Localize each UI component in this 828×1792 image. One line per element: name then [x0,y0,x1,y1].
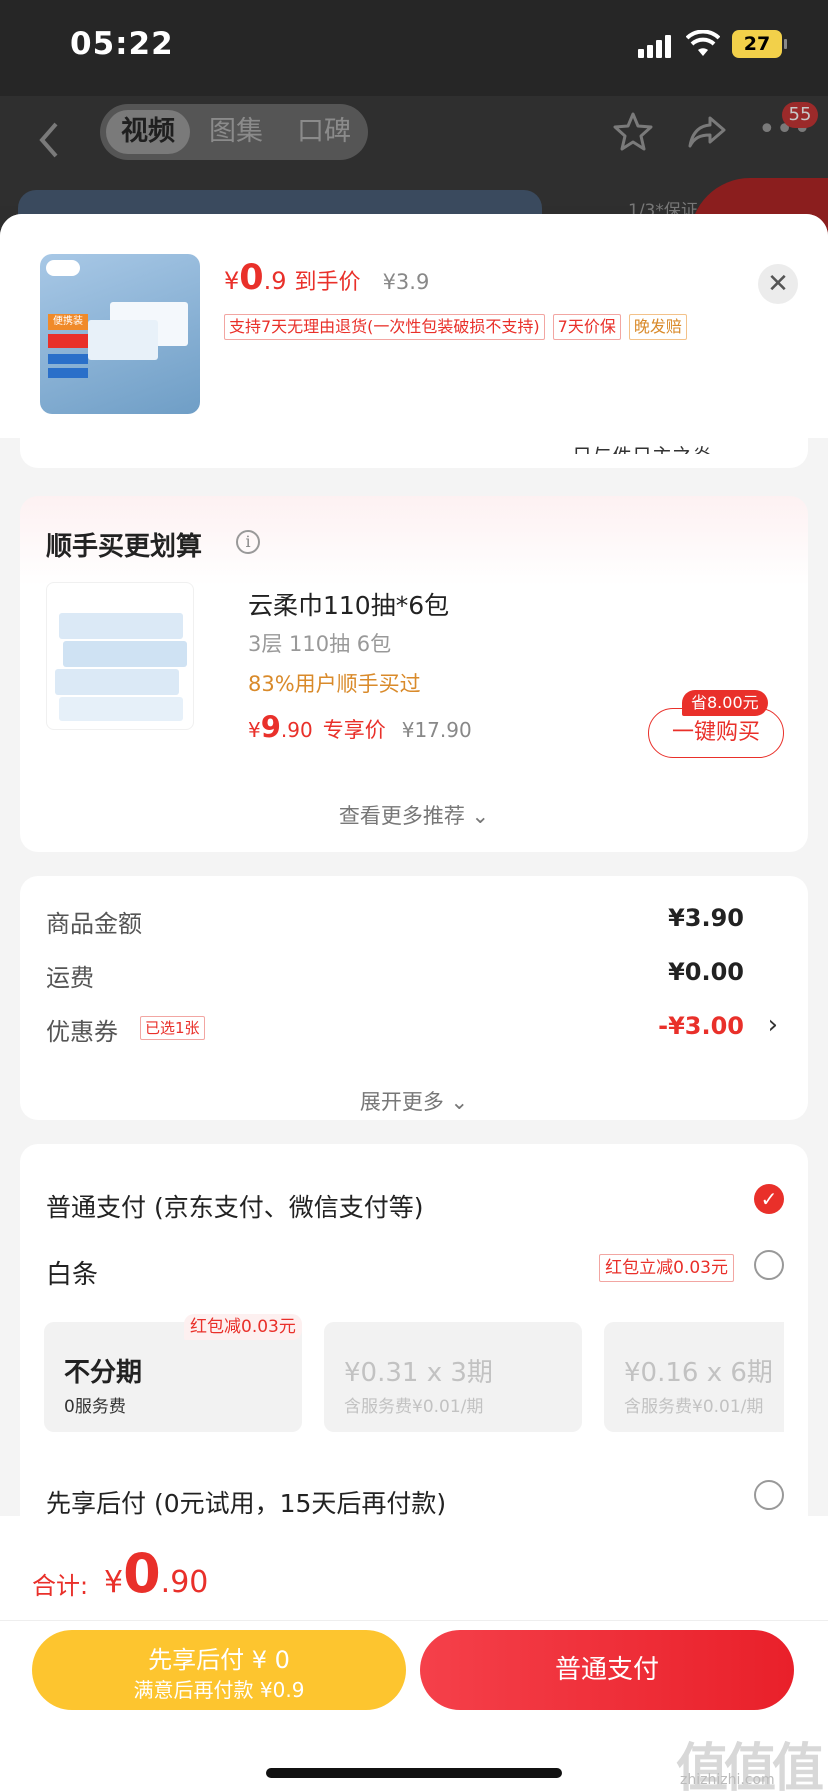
savings-badge: 省8.00元 [682,690,768,716]
installment-option-6[interactable]: ¥0.16 x 6期 含服务费¥0.01/期 [604,1322,784,1432]
recommended-product-image[interactable] [46,582,194,730]
pay-later-button-title: 先享后付 ¥ 0 [148,1646,290,1674]
normal-pay-button[interactable]: 普通支付 [420,1630,794,1710]
exclusive-price-label: 专享价 [322,718,386,742]
divider [0,1620,828,1621]
pay-later-button-subtitle: 满意后再付款 ¥0.9 [133,1678,305,1702]
return-policy-tag: 支持7天无理由退货(一次性包装破损不支持) [224,314,545,340]
installment-fee: 0服务费 [64,1397,126,1417]
more-recommendations-link[interactable]: 查看更多推荐 ⌄ [20,800,808,830]
thumbnail-label: 便携装 [48,314,88,330]
payment-methods-card: 普通支付 (京东支付、微信支付等) ✓ 白条 红包立减0.03元 不分期 0服务… [20,1144,808,1578]
subtotal-label: 商品金额 [46,910,142,938]
coupon-label[interactable]: 优惠券 [46,1012,118,1047]
info-icon[interactable]: i [236,530,260,554]
recommended-price-row: ¥9.90 专享价 ¥17.90 [248,710,472,744]
installment-promo-tag: 红包减0.03元 [184,1314,302,1340]
installment-option-none[interactable]: 不分期 0服务费 红包减0.03元 [44,1314,302,1432]
pay-later-option[interactable]: 先享后付 (0元试用，15天后再付款) [46,1484,446,1520]
installment-fee: 含服务费¥0.01/期 [624,1397,764,1417]
close-button[interactable]: ✕ [758,264,798,304]
installment-title: ¥0.31 x 3期 [344,1358,493,1388]
back-arrow-icon[interactable] [30,116,70,164]
product-price: ¥0.9 [224,258,287,298]
installment-title: 不分期 [64,1358,143,1388]
total-amount: ¥0.90 [104,1542,209,1605]
recommended-product-spec: 3层 110抽 6包 [248,632,392,656]
checkmark-selected-icon[interactable]: ✓ [754,1184,784,1214]
address-snippet: 日与件日主之炎 [572,440,712,454]
baitiao-radio[interactable] [754,1250,784,1280]
original-price: ¥3.9 [382,270,430,294]
installment-fee: 含服务费¥0.01/期 [344,1397,484,1417]
expand-more-link[interactable]: 展开更多 ⌄ [20,1086,808,1116]
tab-reviews[interactable]: 口碑 [282,110,366,154]
shipping-label: 运费 [46,964,94,992]
pay-later-button[interactable]: 先享后付 ¥ 0 满意后再付款 ¥0.9 [32,1630,406,1710]
total-label: 合计: [32,1572,89,1600]
product-price-row: ¥0.9 到手价 ¥3.9 [224,258,429,298]
recommendation-title: 顺手买更划算 [46,532,203,562]
subtotal-value: ¥3.90 [668,904,744,932]
coupon-value[interactable]: -¥3.00 [658,1012,744,1040]
product-summary: 便携装 ¥0.9 到手价 ¥3.9 支持7天无理由退货(一次性包装破损不支持) 7天价… [0,214,828,438]
pay-later-radio[interactable] [754,1480,784,1510]
home-indicator[interactable] [266,1768,562,1778]
status-time: 05:22 [70,26,174,62]
brand-logo [46,260,80,276]
battery-icon: 27 [732,30,787,58]
recommendation-card: 顺手买更划算 i 云柔巾110抽*6包 3层 110抽 6包 83%用户顺手买过… [20,496,808,852]
normal-payment-option[interactable]: 普通支付 (京东支付、微信支付等) [46,1188,423,1224]
price-protect-tag: 7天价保 [552,314,621,340]
recommended-price: ¥9.90 [248,710,313,744]
installment-option-3[interactable]: ¥0.31 x 3期 含服务费¥0.01/期 [324,1322,582,1432]
amount-summary-card: 商品金额 ¥3.90 运费 ¥0.00 优惠券 已选1张 -¥3.00 › 展开… [20,876,808,1120]
watermark-url: zhizhizhi.com [680,1772,775,1788]
baitiao-promo-tag: 红包立减0.03元 [599,1254,734,1282]
chevron-right-icon[interactable]: › [768,1010,778,1040]
installment-title: ¥0.16 x 6期 [624,1358,773,1388]
shipping-value: ¥0.00 [668,958,744,986]
favorite-star-icon[interactable] [612,110,654,152]
media-tabs: 视频 图集 口碑 [100,104,368,160]
checkout-bottom-bar: 合计: ¥0.90 先享后付 ¥ 0 满意后再付款 ¥0.9 普通支付 值值值 … [0,1516,828,1792]
recommended-original-price: ¥17.90 [401,718,472,742]
message-count-badge: 55 [782,102,818,128]
wifi-icon [686,30,720,56]
tab-video[interactable]: 视频 [106,110,190,154]
service-tags: 支持7天无理由退货(一次性包装破损不支持) 7天价保 晚发赔 [224,314,695,342]
product-thumbnail: 便携装 [40,254,200,414]
cellular-signal-icon [638,34,674,58]
recommended-product-name[interactable]: 云柔巾110抽*6包 [248,586,449,622]
baitiao-payment-option[interactable]: 白条 [46,1254,98,1291]
tab-gallery[interactable]: 图集 [194,110,278,154]
share-icon[interactable] [686,112,728,150]
price-label: 到手价 [294,270,361,295]
coupon-selected-tag: 已选1张 [140,1016,205,1040]
late-delivery-tag: 晚发赔 [628,314,687,340]
status-bar: 05:22 27 [0,0,828,96]
social-proof-text: 83%用户顺手买过 [248,672,421,696]
